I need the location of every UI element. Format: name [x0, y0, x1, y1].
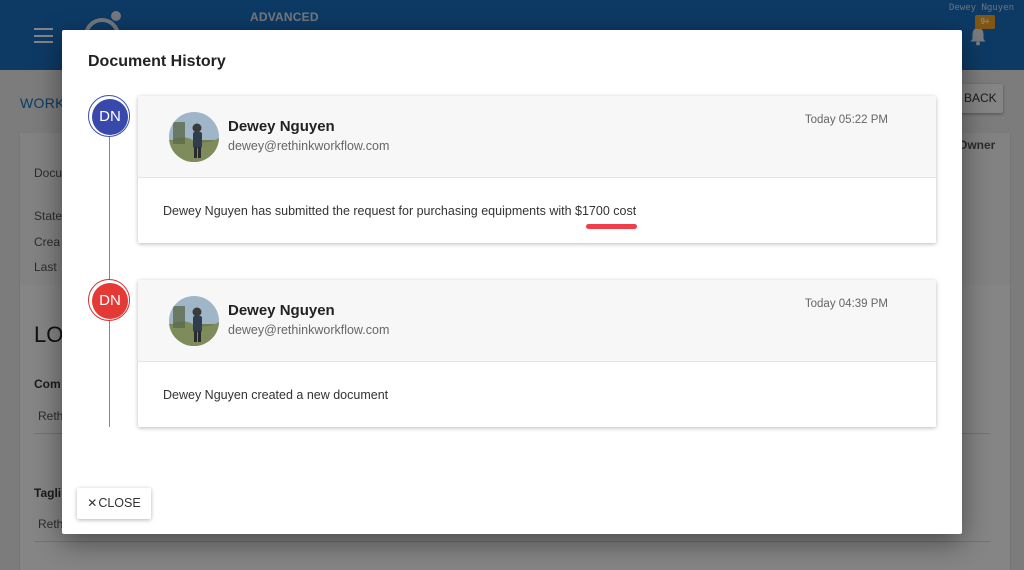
- entry-header: Dewey Nguyen dewey@rethinkworkflow.com T…: [138, 96, 936, 178]
- cost-highlight-underline: [586, 224, 637, 229]
- timeline-dot: DN: [88, 95, 130, 137]
- history-entry: Dewey Nguyen dewey@rethinkworkflow.com T…: [138, 280, 936, 427]
- entry-message: Dewey Nguyen has submitted the request f…: [163, 204, 637, 218]
- initials-badge: DN: [92, 99, 128, 135]
- entry-author: Dewey Nguyen: [228, 302, 335, 319]
- entry-email: dewey@rethinkworkflow.com: [228, 139, 390, 153]
- timeline-dot: DN: [88, 279, 130, 321]
- avatar: [169, 296, 219, 346]
- avatar: [169, 112, 219, 162]
- entry-message: Dewey Nguyen created a new document: [163, 388, 389, 402]
- history-entry: Dewey Nguyen dewey@rethinkworkflow.com T…: [138, 96, 936, 243]
- entry-timestamp: Today 04:39 PM: [804, 298, 888, 310]
- close-icon: ✕: [87, 496, 98, 510]
- initials-badge: DN: [92, 283, 128, 319]
- close-button[interactable]: ✕CLOSE: [77, 488, 151, 519]
- dialog-title: Document History: [88, 53, 226, 70]
- entry-author: Dewey Nguyen: [228, 118, 335, 135]
- close-button-label: CLOSE: [98, 496, 141, 510]
- entry-timestamp: Today 05:22 PM: [804, 114, 888, 126]
- entry-header: Dewey Nguyen dewey@rethinkworkflow.com T…: [138, 280, 936, 362]
- entry-email: dewey@rethinkworkflow.com: [228, 323, 390, 337]
- document-history-dialog: Document History DN Dewey Nguyen dewey@r…: [62, 30, 962, 534]
